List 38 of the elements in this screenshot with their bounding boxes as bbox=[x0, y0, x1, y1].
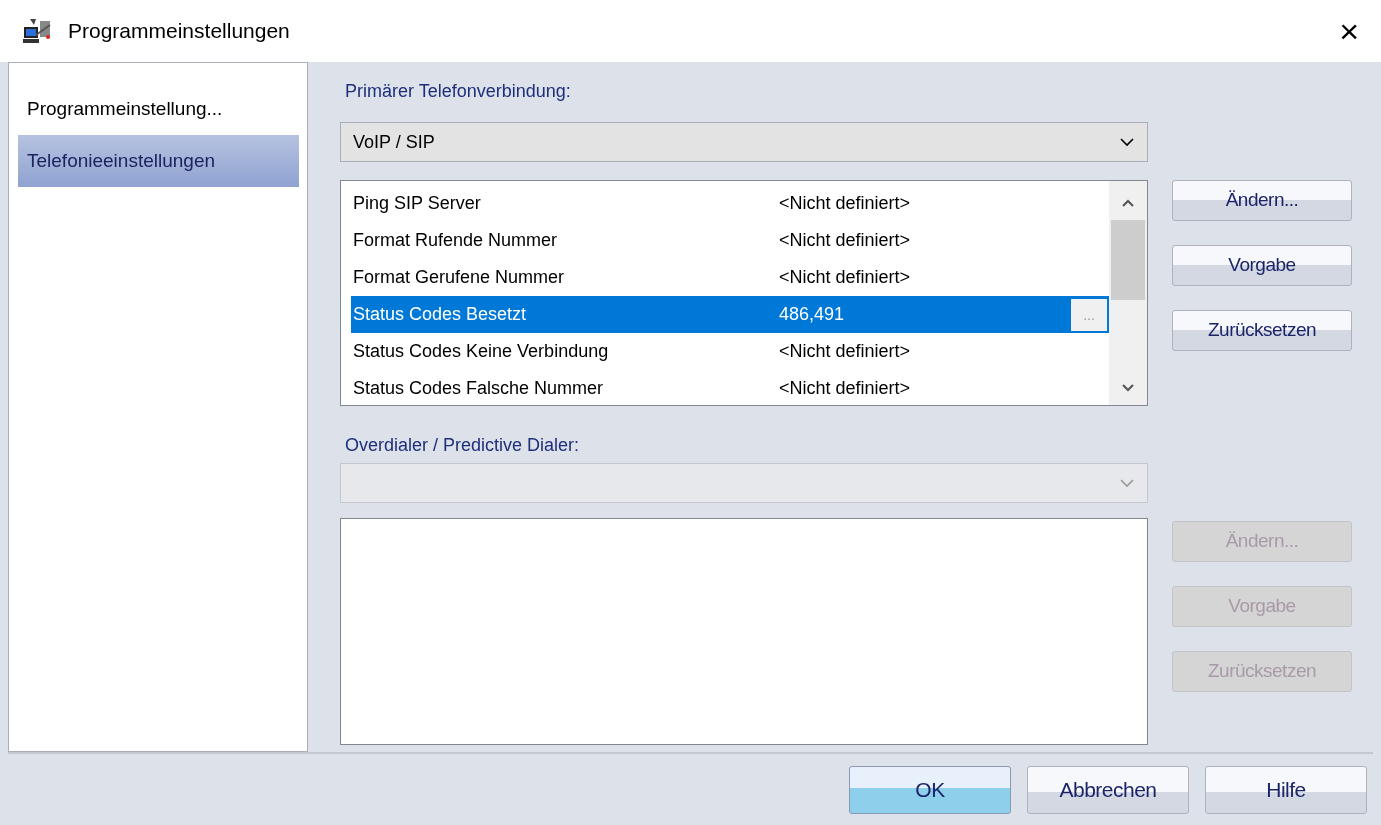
property-row[interactable]: Status Codes Falsche Nummer <Nicht definiert> bbox=[353, 370, 1109, 407]
dialog-button[interactable]: OK bbox=[849, 765, 1011, 814]
scrollbar[interactable] bbox=[1109, 181, 1147, 405]
property-name: Ping SIP Server bbox=[353, 192, 482, 215]
chevron-down-icon bbox=[1119, 478, 1135, 488]
property-value: <Nicht definiert> bbox=[779, 340, 912, 363]
property-name: Format Rufende Nummer bbox=[353, 229, 559, 252]
dialog-button[interactable]: Abbrechen bbox=[1027, 765, 1189, 814]
action-button[interactable]: Vorgabe bbox=[1172, 245, 1352, 286]
property-row[interactable]: Status Codes Keine Verbindung <Nicht definiert> bbox=[353, 333, 1109, 370]
property-row[interactable]: Format Rufende Nummer <Nicht definiert> bbox=[353, 222, 1109, 259]
property-row[interactable]: Format Gerufene Nummer <Nicht definiert> bbox=[353, 259, 1109, 296]
property-name: Status Codes Besetzt bbox=[353, 303, 528, 326]
property-value: <Nicht definiert> bbox=[779, 266, 912, 289]
dropdown-value: VoIP / SIP bbox=[353, 130, 436, 154]
sidebar-item[interactable]: Telefonieeinstellungen bbox=[18, 135, 299, 187]
dropdown[interactable]: VoIP / SIP bbox=[340, 122, 1148, 162]
property-name: Status Codes Keine Verbindung bbox=[353, 340, 610, 363]
chevron-down-icon bbox=[1119, 137, 1135, 147]
property-value: <Nicht definiert> bbox=[779, 229, 912, 252]
property-name: Format Gerufene Nummer bbox=[353, 266, 566, 289]
property-name: Status Codes Falsche Nummer bbox=[353, 377, 605, 400]
property-row[interactable]: Status Codes Besetzt 486,491 ... bbox=[351, 296, 1109, 333]
scroll-up-icon[interactable] bbox=[1121, 198, 1135, 208]
property-value: <Nicht definiert> bbox=[779, 377, 912, 400]
action-button[interactable]: Zurücksetzen bbox=[1172, 310, 1352, 351]
section-label: Primärer Telefonverbindung: bbox=[344, 80, 572, 103]
property-row[interactable]: Ping SIP Server <Nicht definiert> bbox=[353, 185, 1109, 222]
window-title: Programmeinstellungen bbox=[68, 18, 290, 45]
dialog-button[interactable]: Hilfe bbox=[1205, 765, 1367, 814]
close-button[interactable]: × bbox=[1331, 14, 1367, 48]
scroll-down-icon[interactable] bbox=[1121, 383, 1135, 393]
property-value: <Nicht definiert> bbox=[779, 192, 912, 215]
section-label: Overdialer / Predictive Dialer: bbox=[344, 434, 581, 457]
property-value: 486,491 bbox=[779, 303, 846, 326]
sidebar-item[interactable]: Programmeinstellung... bbox=[18, 83, 299, 135]
scrollbar-thumb[interactable] bbox=[1111, 220, 1145, 300]
action-button[interactable]: Ändern... bbox=[1172, 180, 1352, 221]
